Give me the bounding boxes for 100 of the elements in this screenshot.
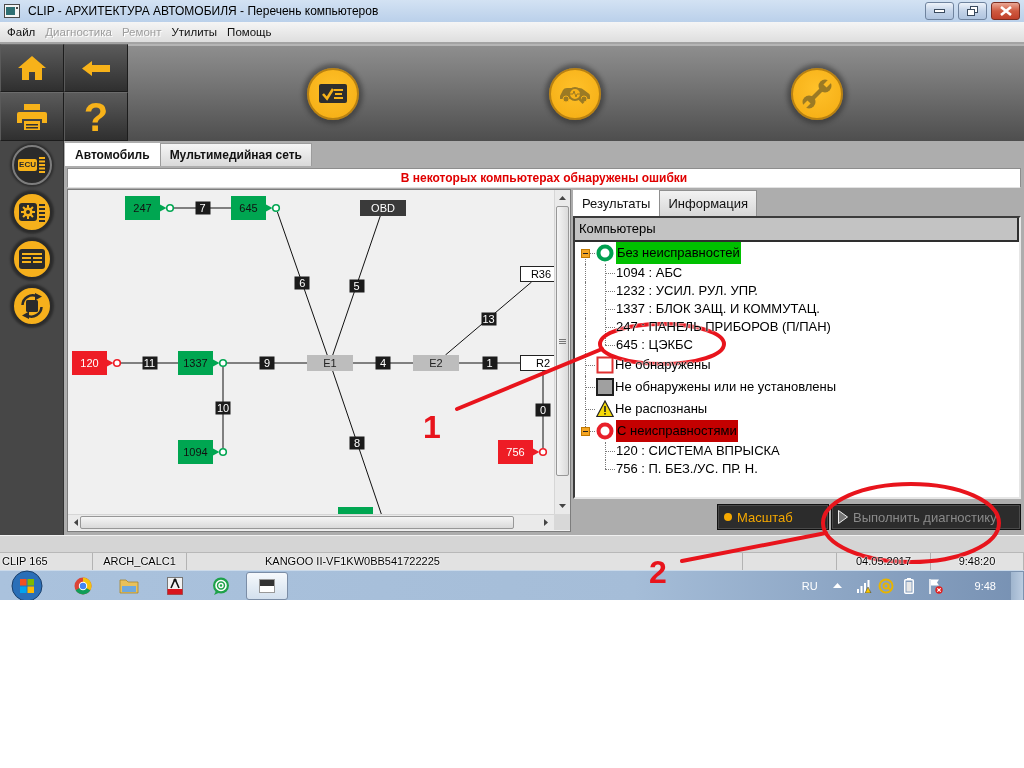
tree-item[interactable]: 1337 : БЛОК ЗАЩ. И КОММУТАЦ. (616, 300, 820, 318)
diagram-node[interactable]: R2 (520, 355, 554, 371)
signal-bars-icon[interactable] (855, 578, 872, 593)
link-label: 0 (535, 403, 551, 416)
gear-icon (18, 201, 45, 223)
tree-item[interactable]: 120 : СИСТЕМА ВПРЫСКА (616, 442, 780, 460)
warning-icon (596, 400, 614, 418)
menu-item[interactable]: Утилиты (166, 22, 223, 42)
arrow-left-icon[interactable] (74, 519, 78, 526)
horizontal-scrollbar[interactable] (68, 514, 554, 530)
tree-item[interactable]: 1232 : УСИЛ. РУЛ. УПР. (616, 282, 758, 300)
print-button[interactable] (0, 92, 64, 141)
link-label: 1 (482, 356, 497, 370)
minimize-button[interactable] (925, 2, 954, 20)
checklist-icon (319, 84, 347, 103)
tab[interactable]: Информация (659, 190, 758, 216)
diagram-node[interactable]: E1 (307, 355, 353, 371)
status-text: 9:48:20 (958, 555, 996, 567)
sidebar-button[interactable] (11, 286, 52, 326)
error-message: В некоторых компьютерах обнаружены ошибки (400, 171, 688, 185)
connector-icon (213, 446, 228, 458)
checklist-button[interactable] (307, 67, 359, 120)
scrollbar-corner (554, 514, 570, 530)
sidebar-button[interactable] (11, 192, 52, 232)
folder-icon (119, 577, 139, 594)
filled-square-icon (596, 378, 614, 396)
restore-icon (967, 6, 978, 16)
scroll-thumb[interactable] (556, 206, 569, 476)
link-label: 6 (294, 276, 310, 290)
play-icon (838, 510, 848, 524)
link-label: 7 (195, 201, 210, 215)
diagram-node[interactable]: E2 (413, 355, 459, 371)
restore-button[interactable] (958, 2, 987, 20)
connector-icon (160, 202, 175, 214)
dot-icon (724, 513, 732, 521)
sidebar-button[interactable] (11, 239, 52, 279)
start-button[interactable] (9, 570, 45, 600)
bars-icon (38, 157, 45, 173)
status-text: CLIP 165 (2, 555, 48, 567)
flag-icon[interactable] (928, 577, 943, 594)
back-button[interactable] (64, 44, 128, 92)
diagram-node[interactable]: 120 (72, 351, 107, 375)
link-label: 5 (349, 279, 364, 292)
diagram-node[interactable]: 1094 (178, 440, 213, 464)
tab[interactable]: Мультимедийная сеть (159, 143, 312, 166)
orb-icon (11, 569, 43, 600)
home-button[interactable] (0, 44, 64, 92)
printer-icon (17, 103, 47, 130)
arrow-right-icon[interactable] (544, 519, 548, 526)
list-icon (18, 249, 45, 269)
battery-icon[interactable] (903, 577, 914, 594)
menu-item[interactable]: Помощь (222, 22, 277, 42)
diagram-node[interactable]: 645 (231, 196, 266, 220)
scale-button[interactable]: Масштаб (717, 504, 829, 530)
status-text: KANGOO II-VF1KW0BB541722225 (265, 555, 440, 567)
help-button[interactable]: ? (64, 92, 128, 141)
connector-line (120, 362, 179, 364)
tab[interactable]: Автомобиль (65, 143, 160, 166)
minimize-icon (934, 9, 945, 13)
link-label: 4 (375, 356, 391, 370)
tree-item[interactable]: Не обнаружены или не установлены (615, 378, 837, 396)
diagram-node[interactable] (338, 507, 373, 514)
drafting-compass-icon (167, 576, 183, 595)
connector-line (173, 207, 232, 209)
taskbar-button[interactable] (246, 571, 288, 600)
status-text: 04.05.2017 (855, 555, 912, 567)
window-title: CLIP - АРХИТЕКТУРА АВТОМОБИЛЯ - Перечень компьютеров (28, 4, 379, 18)
wrench-icon (802, 78, 832, 109)
arrow-down-icon[interactable] (559, 504, 566, 508)
tree-item[interactable]: 645 : ЦЭКБС (616, 336, 693, 354)
annotation-number: 1 (423, 411, 441, 443)
connector-icon (107, 357, 122, 369)
diagram-node[interactable]: 756 (498, 440, 533, 464)
link-label: 13 (481, 312, 496, 325)
sidebar-button[interactable]: ECU (11, 145, 52, 185)
diagram-node[interactable]: R36 (520, 266, 554, 282)
close-icon (999, 6, 1012, 16)
ring-icon (596, 422, 614, 440)
arrow-left-icon (82, 60, 110, 76)
scroll-thumb[interactable] (80, 516, 514, 529)
diagram-node[interactable]: 247 (125, 196, 160, 220)
tree-item[interactable]: 1094 : АБС (616, 264, 683, 282)
tab[interactable]: Результаты (573, 190, 660, 216)
tricolor-circle-icon (74, 576, 92, 595)
collapse-icon[interactable] (580, 248, 590, 258)
connector-line (458, 362, 521, 364)
diagram-node[interactable]: OBD (360, 200, 406, 216)
close-button[interactable] (991, 2, 1020, 20)
tree-item[interactable]: Не распознаны (615, 400, 708, 418)
connector-icon (266, 202, 281, 214)
menu-item[interactable]: Файл (2, 22, 41, 42)
diagram-node[interactable]: 1337 (178, 351, 213, 375)
collapse-icon[interactable] (580, 426, 590, 436)
home-icon (18, 56, 46, 80)
tree-item[interactable]: 756 : П. БЕЗ./УС. ПР. Н. (616, 460, 758, 478)
arrow-up-icon[interactable] (559, 196, 566, 200)
annotation-number: 2 (649, 556, 667, 588)
vertical-scrollbar[interactable] (554, 190, 570, 514)
window-thumbnail-icon (259, 578, 275, 593)
tree-item[interactable]: Без неисправностей (616, 242, 741, 264)
